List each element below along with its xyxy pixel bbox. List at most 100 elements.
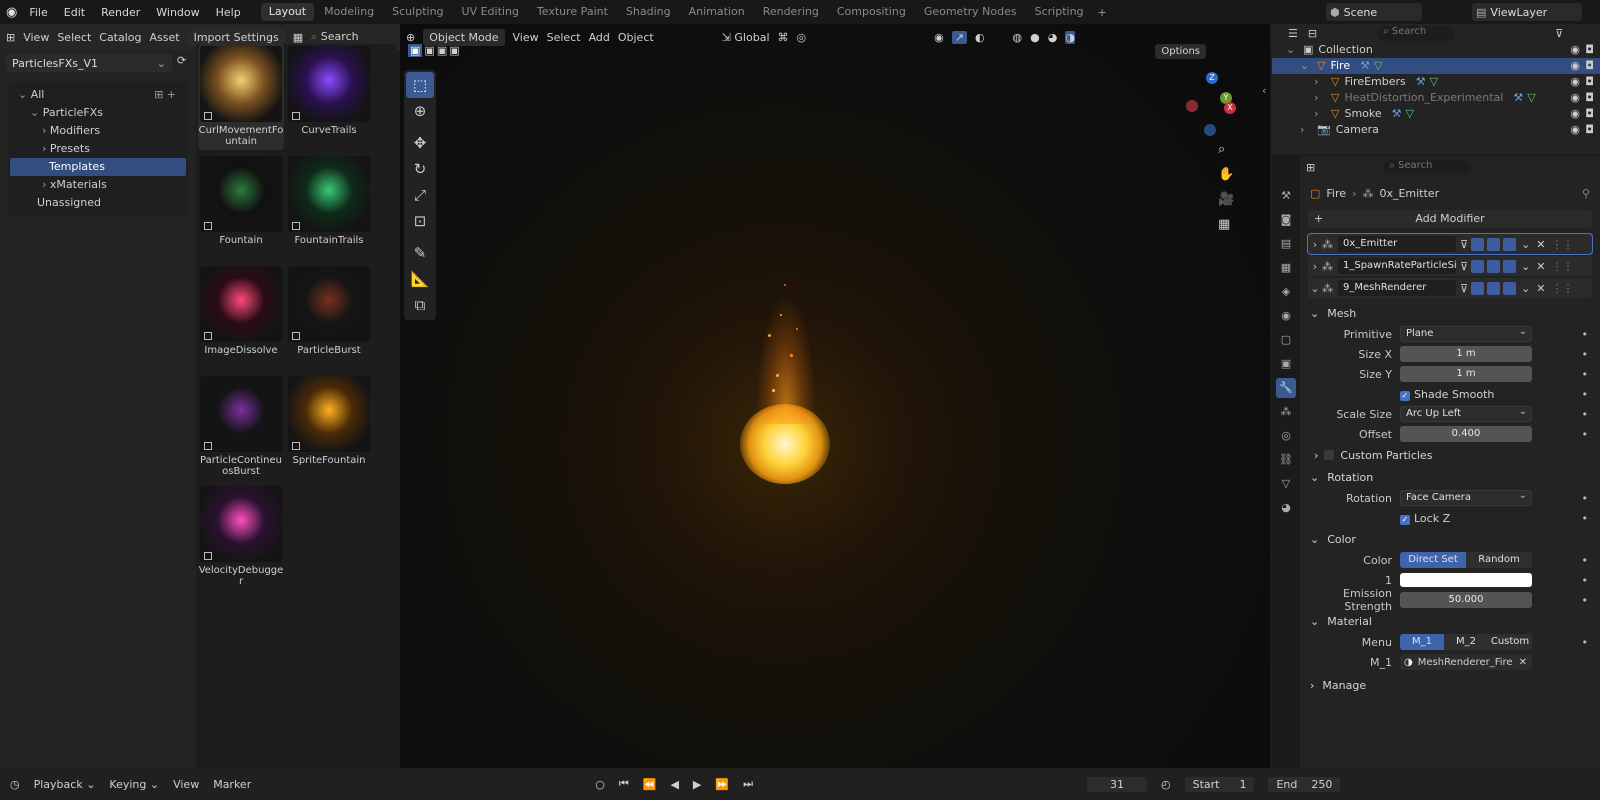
add-cube-tool-icon[interactable]: ⧉ (406, 292, 434, 318)
close-icon[interactable]: ✕ (1536, 282, 1545, 295)
direct-set-toggle[interactable]: Direct Set (1400, 552, 1466, 568)
drag-handle-icon[interactable]: ⋮⋮ (1552, 238, 1574, 251)
keyframe-dot-icon[interactable]: • (1582, 594, 1589, 607)
chevron-icon[interactable]: › (1314, 74, 1326, 90)
realtime-icon[interactable] (1487, 259, 1501, 273)
workspace-tab-sculpting[interactable]: Sculpting (384, 3, 451, 21)
data-tab-icon[interactable]: ▽ (1276, 474, 1296, 494)
rotation-section-header[interactable]: ⌄ Rotation (1300, 466, 1600, 488)
asset-item[interactable]: ParticleBurst (286, 264, 372, 370)
close-icon[interactable]: ✕ (1519, 657, 1527, 668)
tool-tab-icon[interactable]: ⚒ (1276, 186, 1296, 206)
eye-icon[interactable]: ◉ (1570, 58, 1580, 74)
select-extend-icon[interactable]: ▣ (424, 44, 434, 57)
custom-particles-checkbox[interactable] (1324, 450, 1335, 460)
asset-search-input[interactable]: ⌕ Search (311, 30, 358, 44)
chevron-icon[interactable]: ⌄ (1286, 42, 1298, 58)
jump-keyframe-forward-icon[interactable]: ⏩ (715, 778, 729, 791)
workspace-tab-shading[interactable]: Shading (618, 3, 679, 21)
outliner-row-camera[interactable]: › 📷 Camera ◉ ◘ (1272, 122, 1600, 138)
modifier-row[interactable]: › ⁂ 0x_Emitter ⊽ ⌄ ✕ ⋮⋮ (1307, 233, 1593, 255)
chevron-icon[interactable]: › (1314, 106, 1326, 122)
catalog-item-all[interactable]: ⌄ All ⊞ + (10, 86, 186, 104)
keyframe-dot-icon[interactable]: • (1582, 368, 1589, 381)
particles-tab-icon[interactable]: ⁂ (1276, 402, 1296, 422)
rendered-shading-icon[interactable]: ◑ (1065, 30, 1075, 44)
play-icon[interactable]: ▶ (693, 778, 701, 791)
funnel-icon[interactable]: ⊽ (1460, 238, 1468, 251)
modifier-row[interactable]: › ⁂ 1_SpawnRateParticleSi... ⊽ ⌄ ✕ ⋮⋮ (1308, 256, 1592, 276)
workspace-tab-modeling[interactable]: Modeling (316, 3, 382, 21)
random-toggle[interactable]: Random (1466, 552, 1532, 568)
close-icon[interactable]: ✕ (1536, 260, 1545, 273)
catalog-item-xmaterials[interactable]: › xMaterials (10, 176, 186, 194)
select-invert-icon[interactable]: ▣ (449, 44, 459, 57)
new-catalog-icon[interactable]: ⊞ + (154, 86, 176, 104)
keyframe-dot-icon[interactable]: • (1582, 328, 1589, 341)
edit-mode-icon[interactable] (1471, 237, 1485, 251)
keyframe-dot-icon[interactable]: • (1582, 636, 1589, 649)
camera-view-icon[interactable]: 🎥 (1218, 192, 1234, 207)
primitive-dropdown[interactable]: Plane (1400, 325, 1532, 342)
gizmo-toggle-icon[interactable]: ↗ (951, 30, 967, 44)
workspace-tab-compositing[interactable]: Compositing (829, 3, 914, 21)
filter-icon[interactable]: ⊽ (1555, 27, 1563, 40)
display-mode-icon[interactable]: ▦ (293, 31, 303, 44)
workspace-tab-geometry-nodes[interactable]: Geometry Nodes (916, 3, 1025, 21)
size-y-field[interactable]: 1 m (1400, 366, 1532, 382)
asset-checkbox-icon[interactable] (204, 332, 212, 340)
properties-editor-icon[interactable]: ⊞ (1306, 161, 1315, 174)
visibility-icon[interactable]: ◉ (934, 31, 944, 44)
chevron-down-icon[interactable]: ⌄ (1308, 282, 1322, 295)
blender-logo-icon[interactable]: ◉ (6, 5, 17, 20)
outliner-search-input[interactable]: ⌕ Search (1377, 25, 1456, 41)
outliner-row-smoke[interactable]: › ▽ Smoke ⚒ ▽ ◉ ◘ (1272, 106, 1600, 122)
rotate-tool-icon[interactable]: ↻ (406, 156, 434, 182)
x-axis-icon[interactable]: X (1224, 102, 1236, 114)
asset-item[interactable]: CurlMovementFountain (198, 44, 284, 150)
z-axis-icon[interactable]: Z (1206, 72, 1218, 84)
render-camera-icon[interactable]: ◘ (1585, 74, 1594, 90)
render-tab-icon[interactable]: ◙ (1276, 210, 1296, 230)
current-frame-field[interactable]: 31 (1087, 776, 1147, 792)
timeline-editor-icon[interactable]: ◷ (10, 778, 20, 791)
realtime-icon[interactable] (1487, 281, 1501, 295)
properties-search-input[interactable]: ⌕ Search (1383, 159, 1472, 175)
render-camera-icon[interactable]: ◘ (1585, 106, 1594, 122)
menu-edit[interactable]: Edit (56, 6, 93, 19)
asset-item[interactable]: ImageDissolve (198, 264, 284, 370)
neg-x-axis-icon[interactable] (1186, 100, 1198, 112)
catalog-item-presets[interactable]: › Presets (10, 140, 186, 158)
eye-icon[interactable]: ◉ (1570, 106, 1580, 122)
object-mode-dropdown[interactable]: Object Mode (423, 28, 505, 46)
asset-item[interactable]: FountainTrails (286, 154, 372, 260)
move-tool-icon[interactable]: ✥ (406, 130, 434, 156)
playback-menu[interactable]: Playback ⌄ (34, 778, 96, 791)
modifier-name-field[interactable]: 1_SpawnRateParticleSi... (1338, 258, 1456, 274)
outliner-row-heatdistortion_experimental[interactable]: › ▽ HeatDistortion_Experimental ⚒ ▽ ◉ ◘ (1272, 90, 1600, 106)
custom-particles-header[interactable]: › Custom Particles (1300, 444, 1600, 466)
editor-type-icon[interactable]: ⊞ (6, 31, 15, 44)
shade-smooth-checkbox[interactable]: ✓ Shade Smooth (1400, 388, 1494, 401)
workspace-tab-layout[interactable]: Layout (260, 3, 315, 21)
chevron-down-icon[interactable]: ⌄ (1521, 260, 1530, 273)
keyframe-dot-icon[interactable]: • (1582, 348, 1589, 361)
menu-window[interactable]: Window (148, 6, 207, 19)
start-frame-field[interactable]: Start 1 (1184, 776, 1255, 792)
viewlayer-selector[interactable]: ▤ ViewLayer (1472, 3, 1582, 21)
material-section-header[interactable]: ⌄ Material (1300, 610, 1600, 632)
close-icon[interactable]: ✕ (1536, 238, 1545, 251)
funnel-icon[interactable]: ⊽ (1460, 282, 1468, 295)
menu-help[interactable]: Help (208, 6, 249, 19)
pan-hand-icon[interactable]: ✋ (1218, 167, 1234, 182)
m1-toggle[interactable]: M_1 (1400, 634, 1444, 650)
keyframe-dot-icon[interactable]: • (1582, 428, 1589, 441)
material-selector[interactable]: ◑ MeshRenderer_Fire ✕ (1400, 654, 1532, 670)
render-camera-icon[interactable]: ◘ (1585, 122, 1594, 138)
viewport-add-menu[interactable]: Add (589, 31, 610, 44)
solid-shading-icon[interactable]: ● (1030, 31, 1040, 44)
navigation-gizmo[interactable]: Z Y X (1184, 72, 1240, 136)
select-tool-icon[interactable]: ⬚ (406, 72, 434, 98)
catalog-item-particlefxs[interactable]: ⌄ ParticleFXs (10, 104, 186, 122)
eye-icon[interactable]: ◉ (1570, 42, 1580, 58)
